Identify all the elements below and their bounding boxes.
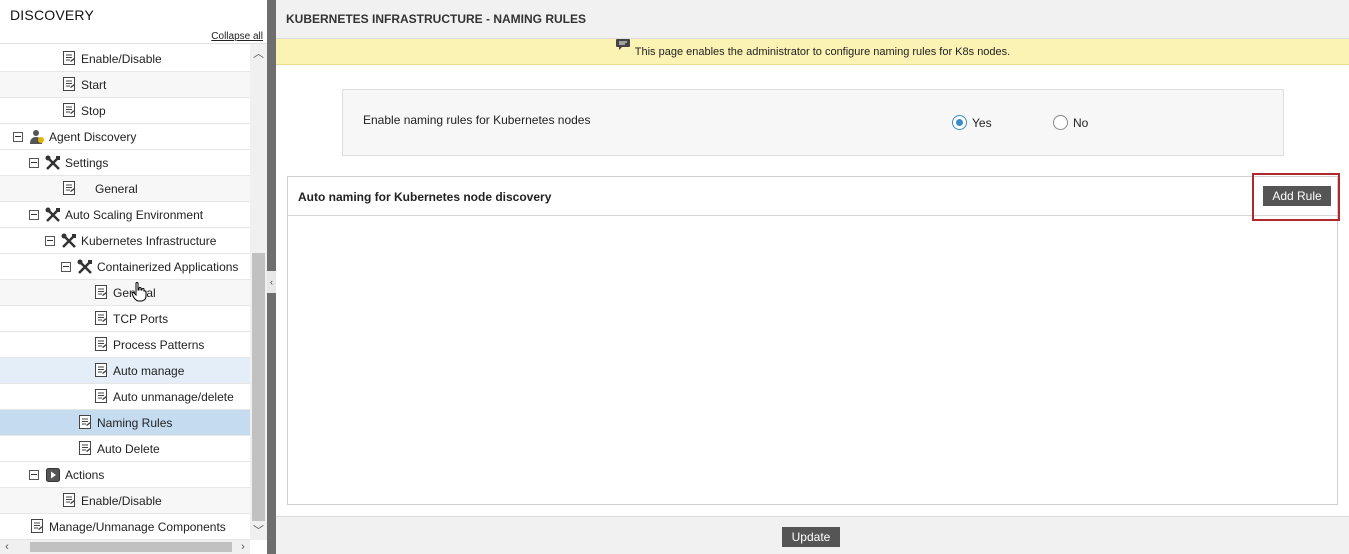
collapse-toggle-icon[interactable] — [29, 158, 39, 168]
tree-item-label: Auto unmanage/delete — [113, 389, 234, 404]
tree-item-label: Enable/Disable — [81, 51, 162, 66]
radio-label: Yes — [972, 115, 992, 130]
tree-item-agent-discovery[interactable]: Agent Discovery — [0, 124, 250, 150]
add-rule-button[interactable]: Add Rule — [1263, 186, 1331, 206]
radio-selected-icon[interactable] — [952, 115, 967, 130]
tree-item-containerized-applications[interactable]: Containerized Applications — [0, 254, 250, 280]
collapse-toggle-icon[interactable] — [29, 470, 39, 480]
tree-item-auto-unmanage-delete[interactable]: Auto unmanage/delete — [0, 384, 250, 410]
main-content: KUBERNETES INFRASTRUCTURE - NAMING RULES… — [276, 0, 1349, 554]
radio-yes[interactable]: Yes — [952, 115, 992, 130]
naming-rules-setting: Enable naming rules for Kubernetes nodes… — [342, 89, 1284, 156]
tree-item-label: Kubernetes Infrastructure — [81, 233, 217, 248]
scroll-left-icon[interactable]: ‹ — [0, 540, 14, 554]
tree-item-label: Agent Discovery — [49, 129, 137, 144]
page-icon — [62, 103, 76, 117]
tree-item-label: General — [95, 181, 138, 196]
page-icon — [30, 519, 44, 533]
panel-splitter[interactable]: ‹ — [267, 0, 276, 554]
tree-item-label: TCP Ports — [113, 311, 169, 326]
navigation-tree: Enable/Disable Start Stop Agent Discover… — [0, 44, 250, 540]
tree-item-actions[interactable]: Actions — [0, 462, 250, 488]
tree-item-label: Start — [81, 77, 107, 92]
tree-item-kubernetes-infrastructure[interactable]: Kubernetes Infrastructure — [0, 228, 250, 254]
page-icon — [62, 181, 76, 195]
page-icon — [94, 363, 108, 377]
auto-naming-panel: Auto naming for Kubernetes node discover… — [287, 173, 1340, 505]
scroll-right-icon[interactable]: › — [236, 540, 250, 554]
panel-header: Auto naming for Kubernetes node discover… — [288, 173, 1340, 221]
scroll-thumb[interactable] — [252, 253, 265, 521]
scroll-down-icon[interactable]: ﹀ — [250, 523, 267, 540]
info-banner: This page enables the administrator to c… — [276, 39, 1349, 65]
tree-item-label: Manage/Unmanage Components — [49, 519, 226, 534]
page-icon — [94, 337, 108, 351]
tools-icon — [77, 259, 92, 274]
sidebar-horizontal-scrollbar[interactable]: ‹ › — [0, 540, 250, 554]
collapse-toggle-icon[interactable] — [29, 210, 39, 220]
footer-bar: Update — [276, 516, 1349, 554]
speech-bubble-icon — [615, 36, 631, 62]
page-icon — [94, 389, 108, 403]
actions-icon — [46, 468, 60, 482]
collapse-toggle-icon[interactable] — [61, 262, 71, 272]
page-icon — [94, 311, 108, 325]
page-icon — [62, 493, 76, 507]
tree-item-stop[interactable]: Stop — [0, 98, 250, 124]
radio-label: No — [1073, 115, 1089, 130]
collapse-all-link[interactable]: Collapse all — [211, 31, 263, 42]
collapse-toggle-icon[interactable] — [45, 236, 55, 246]
page-icon — [78, 415, 92, 429]
tree-item-general[interactable]: General — [0, 176, 250, 202]
tree-item-start[interactable]: Start — [0, 72, 250, 98]
add-rule-highlight: Add Rule — [1252, 173, 1340, 221]
tools-icon — [45, 207, 60, 222]
collapse-toggle-icon[interactable] — [13, 132, 23, 142]
agent-icon — [29, 129, 44, 144]
tree-item-label: Settings — [65, 155, 109, 170]
tools-icon — [45, 155, 60, 170]
tree-item-label: Auto manage — [113, 363, 185, 378]
radio-unselected-icon[interactable] — [1053, 115, 1068, 130]
sidebar-title: DISCOVERY — [10, 7, 95, 23]
tree-item-settings[interactable]: Settings — [0, 150, 250, 176]
page-icon — [62, 51, 76, 65]
tree-item-tcp-ports[interactable]: TCP Ports — [0, 306, 250, 332]
sidebar-vertical-scrollbar[interactable]: ︿ ﹀ — [250, 44, 267, 540]
tree-item-actions-enable-disable[interactable]: Enable/Disable — [0, 488, 250, 514]
tree-item-enable-disable[interactable]: Enable/Disable — [0, 46, 250, 72]
hand-cursor-icon — [131, 282, 147, 302]
collapse-row: Collapse all — [0, 30, 267, 44]
tree-item-label: Containerized Applications — [97, 259, 239, 274]
tree-item-label: Auto Scaling Environment — [65, 207, 204, 222]
tree-item-label: Auto Delete — [97, 441, 160, 456]
scroll-thumb[interactable] — [30, 542, 232, 552]
collapse-panel-icon[interactable]: ‹ — [267, 271, 276, 293]
tree-item-manage-unmanage-components[interactable]: Manage/Unmanage Components — [0, 514, 250, 540]
tree-item-containerized-general[interactable]: General — [0, 280, 250, 306]
tree-item-process-patterns[interactable]: Process Patterns — [0, 332, 250, 358]
discovery-sidebar: DISCOVERY Collapse all Enable/Disable St… — [0, 0, 267, 554]
tree-item-label: Enable/Disable — [81, 493, 162, 508]
panel-title: Auto naming for Kubernetes node discover… — [298, 190, 552, 204]
radio-no[interactable]: No — [1053, 115, 1088, 130]
page-icon — [62, 77, 76, 91]
setting-label: Enable naming rules for Kubernetes nodes — [363, 113, 591, 127]
page-icon — [78, 441, 92, 455]
scroll-up-icon[interactable]: ︿ — [250, 46, 267, 63]
update-button[interactable]: Update — [782, 527, 840, 547]
tree-item-auto-manage[interactable]: Auto manage — [0, 358, 250, 384]
tree-item-naming-rules[interactable]: Naming Rules — [0, 410, 250, 436]
tree-item-label: Stop — [81, 103, 106, 118]
tree-item-label: Process Patterns — [113, 337, 205, 352]
tree-item-label: Naming Rules — [97, 415, 173, 430]
tree-item-label: Actions — [65, 467, 105, 482]
tree-item-auto-delete[interactable]: Auto Delete — [0, 436, 250, 462]
tools-icon — [61, 233, 76, 248]
tree-item-auto-scaling-environment[interactable]: Auto Scaling Environment — [0, 202, 250, 228]
info-text: This page enables the administrator to c… — [634, 46, 1011, 58]
page-title: KUBERNETES INFRASTRUCTURE - NAMING RULES — [276, 0, 1349, 39]
page-icon — [94, 285, 108, 299]
